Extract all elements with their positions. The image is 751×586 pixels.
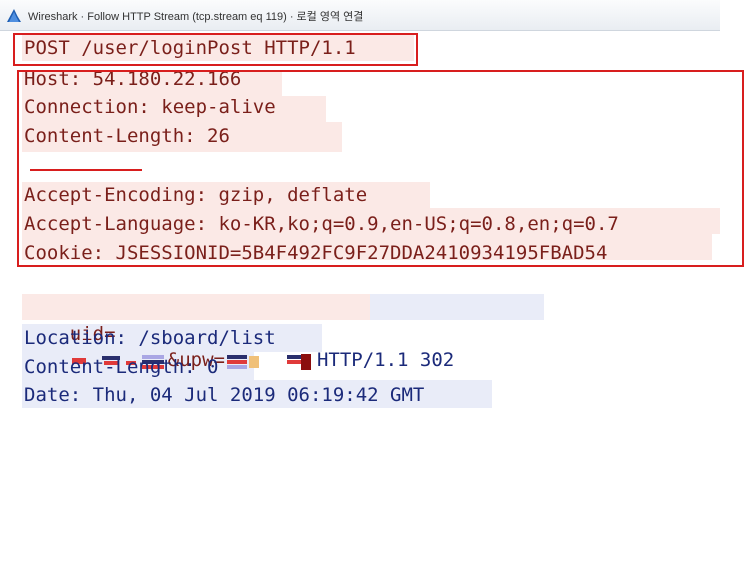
redacted-upw-block — [225, 352, 317, 370]
response-content-length[interactable]: Content-Length: 0 — [24, 354, 218, 380]
response-date[interactable]: Date: Thu, 04 Jul 2019 06:19:42 GMT — [24, 382, 424, 408]
request-line-highlight-box — [13, 33, 418, 66]
response-location[interactable]: Location: /sboard/list — [24, 325, 276, 351]
request-body-line[interactable]: uid= &upw= HTTP/1.1 302 — [24, 295, 454, 371]
request-headers-highlight-box — [17, 70, 744, 267]
tcp-stream-view[interactable]: POST /user/loginPost HTTP/1.1 Host: 54.1… — [0, 30, 751, 421]
wireshark-fin-icon — [7, 9, 21, 22]
window-title: Wireshark · Follow HTTP Stream (tcp.stre… — [28, 11, 364, 23]
response-status: HTTP/1.1 302 — [316, 349, 455, 371]
window-titlebar: Wireshark · Follow HTTP Stream (tcp.stre… — [0, 0, 720, 31]
